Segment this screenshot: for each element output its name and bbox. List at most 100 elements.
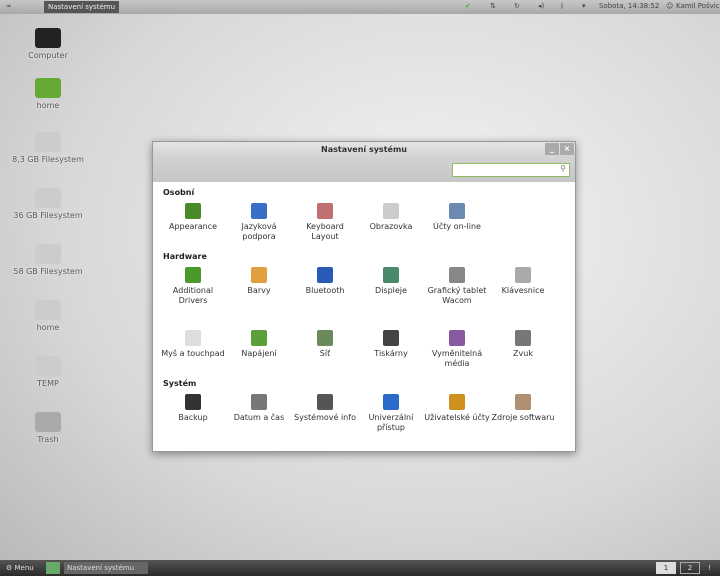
bottom-panel: ⚙ Menu Nastavení systému 1 2 ! [0, 560, 720, 576]
settings-item[interactable]: Vyměnitelná média [424, 330, 490, 369]
settings-item[interactable]: Bluetooth [292, 267, 358, 296]
settings-item-icon [317, 394, 333, 410]
settings-item[interactable]: Displeje [358, 267, 424, 296]
settings-item-label: Síť [319, 349, 331, 358]
settings-item[interactable]: Barvy [226, 267, 292, 296]
drive-icon [35, 188, 61, 208]
settings-item-label: Tiskárny [374, 349, 408, 358]
show-desktop-button[interactable] [46, 562, 60, 574]
settings-item-icon [185, 203, 201, 219]
settings-item-icon [251, 267, 267, 283]
settings-item-icon [185, 330, 201, 346]
settings-item-label: Uživatelské účty [424, 413, 490, 422]
settings-item-label: Klávesnice [501, 286, 545, 295]
settings-item-label: Obrazovka [369, 222, 413, 231]
settings-item[interactable]: Účty on-line [424, 203, 490, 232]
settings-item[interactable]: Jazyková podpora [226, 203, 292, 242]
desktop-icon[interactable]: 8,3 GB Filesystem [8, 132, 88, 164]
settings-item-label: Zdroje softwaru [491, 413, 555, 422]
settings-item-icon [515, 267, 531, 283]
settings-item-icon [317, 267, 333, 283]
settings-item-icon [383, 203, 399, 219]
desktop-icon[interactable]: 36 GB Filesystem [8, 188, 88, 220]
mint-logo-icon[interactable]: ∞ [6, 2, 12, 10]
settings-item-label: Barvy [247, 286, 271, 295]
desktop-icon[interactable]: home [8, 300, 88, 332]
settings-item-label: Zvuk [513, 349, 533, 358]
shield-check-icon[interactable]: ✔ [465, 2, 471, 10]
settings-item[interactable]: Klávesnice [490, 267, 556, 296]
user-icon: ☺ [666, 2, 674, 10]
network-icon[interactable]: ⇅ [490, 2, 496, 10]
settings-item-label: Datum a čas [233, 413, 285, 422]
desktop-icon[interactable]: home [8, 78, 88, 110]
notification-indicator[interactable]: ! [708, 562, 711, 574]
workspace-1[interactable]: 1 [656, 562, 676, 574]
desktop-icon-label: home [36, 101, 60, 110]
search-input[interactable]: ⚲ [452, 163, 570, 177]
settings-item-icon [185, 267, 201, 283]
bluetooth-icon[interactable]: ᛒ [560, 2, 564, 10]
settings-item-label: Vyměnitelná média [431, 349, 483, 368]
close-button[interactable]: × [560, 143, 574, 155]
toolbar: ⚲ [153, 158, 575, 182]
settings-item-label: Grafický tablet Wacom [427, 286, 487, 305]
window-titlebar[interactable]: Nastavení systému _ × [153, 142, 575, 158]
settings-item[interactable]: Myš a touchpad [160, 330, 226, 359]
settings-item-label: Univerzální přístup [368, 413, 414, 432]
drive-icon [35, 244, 61, 264]
settings-item[interactable]: Zvuk [490, 330, 556, 359]
settings-item-icon [449, 267, 465, 283]
settings-item[interactable]: Univerzální přístup [358, 394, 424, 433]
settings-item[interactable]: Síť [292, 330, 358, 359]
settings-item[interactable]: Tiskárny [358, 330, 424, 359]
desktop-icon[interactable]: 58 GB Filesystem [8, 244, 88, 276]
settings-item-icon [449, 394, 465, 410]
settings-item[interactable]: Keyboard Layout [292, 203, 358, 242]
volume-icon[interactable]: ◂) [538, 2, 544, 10]
desktop-icon-label: Trash [37, 435, 59, 444]
settings-item[interactable]: Grafický tablet Wacom [424, 267, 490, 306]
settings-item-icon [251, 394, 267, 410]
settings-item[interactable]: Systémové info [292, 394, 358, 423]
signal-icon[interactable]: ▾ [582, 2, 586, 10]
desktop-icon[interactable]: TEMP [8, 356, 88, 388]
workspace-2[interactable]: 2 [680, 562, 700, 574]
settings-item[interactable]: Uživatelské účty [424, 394, 490, 423]
clock[interactable]: Sobota, 14:38:52 [599, 2, 659, 10]
section-header: Osobní [163, 188, 195, 197]
settings-item-icon [515, 394, 531, 410]
section-header: Hardware [163, 252, 207, 261]
settings-item[interactable]: Additional Drivers [160, 267, 226, 306]
desktop-icon-label: Computer [28, 51, 68, 60]
home-folder-icon [35, 78, 61, 98]
settings-item-label: Backup [178, 413, 208, 422]
settings-item-icon [383, 267, 399, 283]
settings-item-icon [251, 203, 267, 219]
settings-item-icon [383, 330, 399, 346]
drive-icon [35, 356, 61, 376]
search-icon: ⚲ [560, 164, 566, 173]
trash-icon [35, 412, 61, 432]
taskbar-window-button[interactable]: Nastavení systému [64, 562, 148, 574]
settings-item[interactable]: Datum a čas [226, 394, 292, 423]
taskbar-window-button[interactable]: Nastavení systému [44, 1, 120, 13]
settings-item[interactable]: Zdroje softwaru [490, 394, 556, 423]
computer-icon [35, 28, 61, 48]
settings-item-icon [383, 394, 399, 410]
settings-item[interactable]: Backup [160, 394, 226, 423]
settings-item-icon [449, 330, 465, 346]
desktop-icon[interactable]: Trash [8, 412, 88, 444]
settings-item[interactable]: Appearance [160, 203, 226, 232]
settings-item-label: Keyboard Layout [306, 222, 344, 241]
minimize-button[interactable]: _ [545, 143, 559, 155]
menu-button[interactable]: ⚙ Menu [6, 562, 34, 574]
settings-item[interactable]: Napájení [226, 330, 292, 359]
settings-item-label: Appearance [168, 222, 218, 231]
settings-item-icon [515, 330, 531, 346]
drive-icon [35, 132, 61, 152]
settings-item[interactable]: Obrazovka [358, 203, 424, 232]
user-name[interactable]: Kamil Pošvic [676, 2, 720, 10]
update-icon[interactable]: ↻ [514, 2, 520, 10]
desktop-icon[interactable]: Computer [8, 28, 88, 60]
